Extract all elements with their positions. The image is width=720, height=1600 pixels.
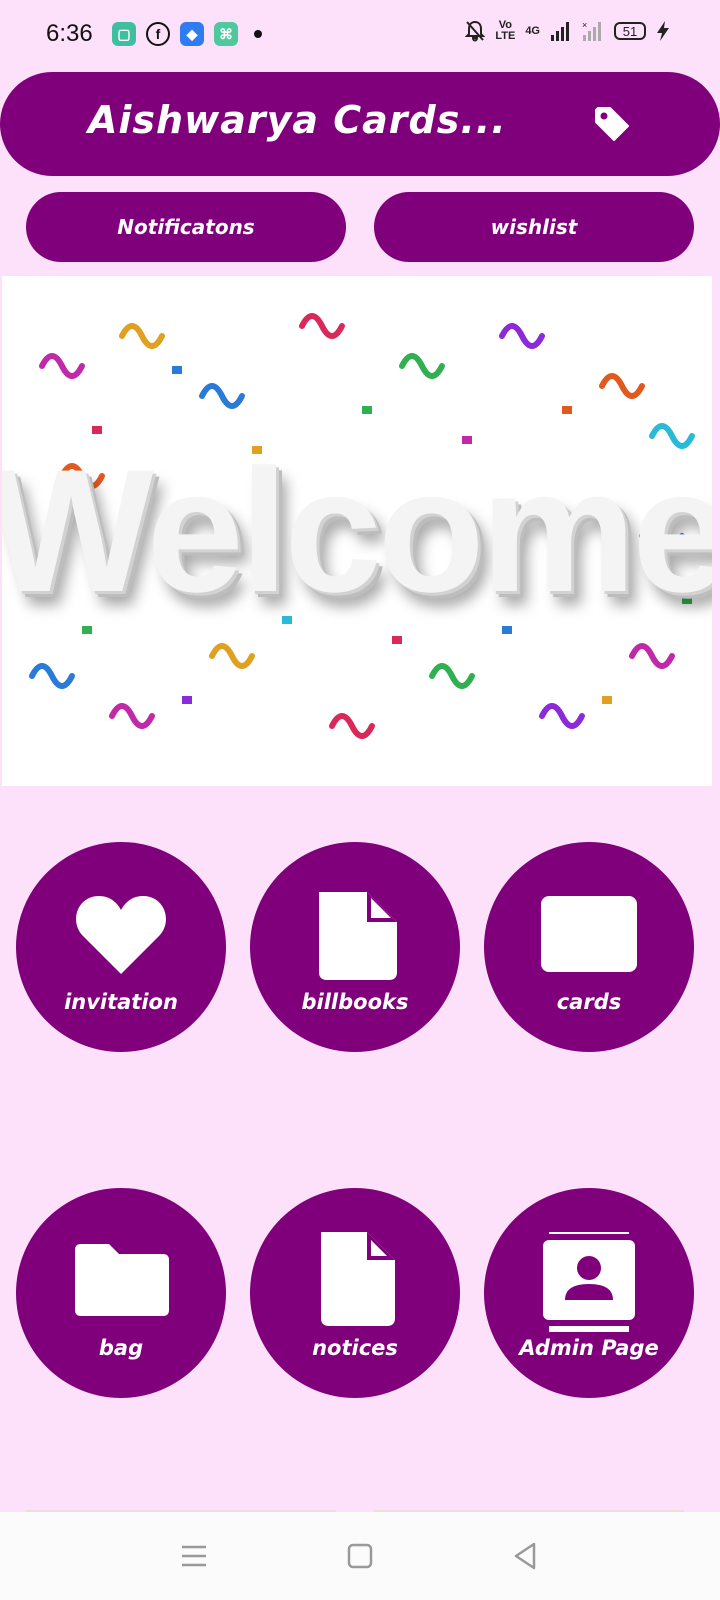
- tag-icon[interactable]: [592, 104, 632, 144]
- volte-icon: Vo LTE: [495, 19, 516, 42]
- system-icons: Vo LTE 4G × 51: [465, 20, 670, 42]
- mute-bell-icon: [465, 20, 486, 42]
- document-icon: [319, 892, 397, 980]
- tile-label: invitation: [64, 990, 178, 1014]
- battery-icon: 51: [614, 22, 646, 40]
- invitation-tile[interactable]: invitation: [16, 842, 226, 1052]
- app-notification-icon: ⌘: [214, 22, 238, 46]
- tile-label: billbooks: [301, 990, 409, 1014]
- app-notification-icon: ▢: [112, 22, 136, 46]
- billbooks-tile[interactable]: billbooks: [250, 842, 460, 1052]
- wishlist-button[interactable]: wishlist: [374, 192, 694, 262]
- svg-text:×: ×: [582, 20, 587, 30]
- welcome-text: Welcome: [2, 433, 712, 629]
- admin-page-tile[interactable]: Admin Page: [484, 1188, 694, 1398]
- facebook-icon: f: [146, 22, 170, 46]
- network-type: 4G: [525, 25, 540, 37]
- tile-label: notices: [312, 1336, 398, 1360]
- cards-tile[interactable]: cards: [484, 842, 694, 1052]
- notification-icons: ▢ f ◆ ⌘: [112, 22, 262, 46]
- signal-weak-icon: ×: [582, 20, 601, 41]
- bag-tile[interactable]: bag: [16, 1188, 226, 1398]
- status-time: 6:36: [46, 20, 93, 47]
- charging-icon: [657, 21, 669, 41]
- more-notifications-dot: [254, 30, 262, 38]
- app-title: Aishwarya Cards...: [88, 98, 507, 142]
- system-nav-bar: [0, 1512, 720, 1600]
- app-header: Aishwarya Cards...: [0, 72, 720, 176]
- notices-tile[interactable]: notices: [250, 1188, 460, 1398]
- home-icon[interactable]: [338, 1534, 382, 1578]
- menu-icon[interactable]: [172, 1534, 216, 1578]
- tile-label: cards: [556, 990, 622, 1014]
- signal-icon: [551, 22, 569, 41]
- notifications-button[interactable]: Notificatons: [26, 192, 346, 262]
- heart-icon: [76, 896, 166, 974]
- back-icon[interactable]: [504, 1534, 548, 1578]
- folder-icon: [75, 1244, 169, 1316]
- card-icon: [541, 896, 637, 972]
- tile-label: Admin Page: [519, 1336, 659, 1360]
- welcome-banner: Welcome: [2, 276, 712, 786]
- contact-book-icon: [543, 1232, 635, 1332]
- status-bar: 6:36 ▢ f ◆ ⌘ Vo LTE 4G × 51: [0, 0, 720, 72]
- app-notification-icon: ◆: [180, 22, 204, 46]
- document-icon: [321, 1232, 395, 1326]
- tile-label: bag: [98, 1336, 144, 1360]
